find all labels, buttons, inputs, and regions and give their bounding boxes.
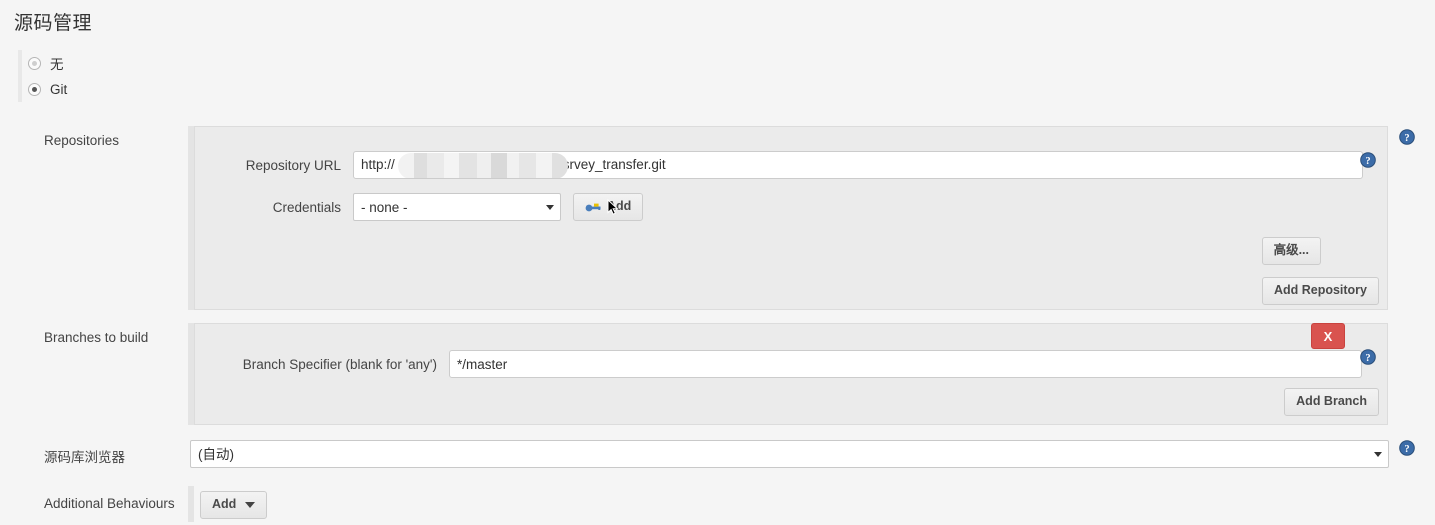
svg-text:?: ? — [1365, 353, 1370, 364]
add-credentials-button[interactable]: Add — [573, 193, 644, 221]
radio-git-icon[interactable] — [28, 82, 41, 96]
credentials-select[interactable]: - none - — [353, 193, 561, 221]
repo-browser-select-wrap[interactable]: (自动) — [190, 440, 1389, 468]
help-icon-repositories[interactable]: ? — [1399, 129, 1415, 145]
repository-url-suffix: srvey_transfer.git — [562, 157, 666, 172]
help-icon-branch-specifier[interactable]: ? — [1360, 349, 1376, 365]
scm-config-page: 源码管理 无 Git Repositories Repository URL h… — [0, 0, 1435, 525]
svg-text:?: ? — [1404, 133, 1409, 144]
additional-behaviours-label: Additional Behaviours — [44, 496, 175, 511]
add-branch-button[interactable]: Add Branch — [1284, 388, 1379, 416]
redaction-mask — [398, 153, 568, 178]
svg-text:?: ? — [1404, 444, 1409, 455]
scm-radio-label-none: 无 — [50, 57, 64, 72]
scm-radio-label-git: Git — [50, 81, 68, 97]
add-credentials-label: Add — [607, 199, 632, 214]
repository-url-label: Repository URL — [245, 157, 341, 173]
repositories-label: Repositories — [44, 133, 120, 148]
advanced-button[interactable]: 高级... — [1261, 237, 1321, 265]
scm-radio-group: 无 Git — [18, 50, 1428, 102]
chevron-down-icon-add-behaviour — [245, 501, 256, 508]
branch-specifier-label: Branch Specifier (blank for 'any') — [242, 356, 437, 372]
radio-none-icon[interactable] — [28, 56, 41, 70]
add-behaviour-button[interactable]: Add — [200, 491, 268, 519]
credentials-select-wrap[interactable]: - none - — [353, 193, 561, 221]
page-title: 源码管理 — [14, 13, 93, 34]
credentials-label: Credentials — [272, 199, 341, 215]
scm-radio-option-git[interactable]: Git — [28, 76, 1428, 102]
branch-specifier-row: Branch Specifier (blank for 'any') — [231, 350, 1362, 378]
svg-text:?: ? — [1365, 156, 1370, 167]
branches-panel: Branch Specifier (blank for 'any') Add B… — [194, 323, 1388, 425]
add-repository-button[interactable]: Add Repository — [1261, 277, 1379, 305]
repository-url-row: Repository URL http:// srvey_transfer.git — [231, 151, 1363, 179]
repo-browser-select[interactable]: (自动) — [190, 440, 1389, 468]
branches-label: Branches to build — [44, 330, 149, 345]
add-behaviour-label: Add — [212, 497, 237, 511]
repository-url-prefix: http:// — [361, 157, 395, 172]
repositories-group: Repository URL http:// srvey_transfer.git… — [188, 126, 1388, 310]
scm-radio-option-none[interactable]: 无 — [28, 50, 1428, 76]
repositories-panel: Repository URL http:// srvey_transfer.git… — [194, 126, 1388, 310]
repo-browser-label: 源码库浏览器 — [44, 450, 125, 465]
repository-url-input[interactable]: http:// srvey_transfer.git — [353, 151, 1363, 179]
delete-branch-button[interactable]: X — [1311, 323, 1345, 349]
key-icon — [585, 201, 601, 213]
help-icon-repository-url[interactable]: ? — [1360, 152, 1376, 168]
additional-behaviours-tab-bar — [188, 486, 194, 522]
branch-specifier-input[interactable] — [449, 350, 1362, 378]
branches-group: Branch Specifier (blank for 'any') Add B… — [188, 323, 1388, 425]
credentials-row: Credentials - none - Add — [231, 193, 644, 221]
help-icon-repo-browser[interactable]: ? — [1399, 440, 1415, 456]
